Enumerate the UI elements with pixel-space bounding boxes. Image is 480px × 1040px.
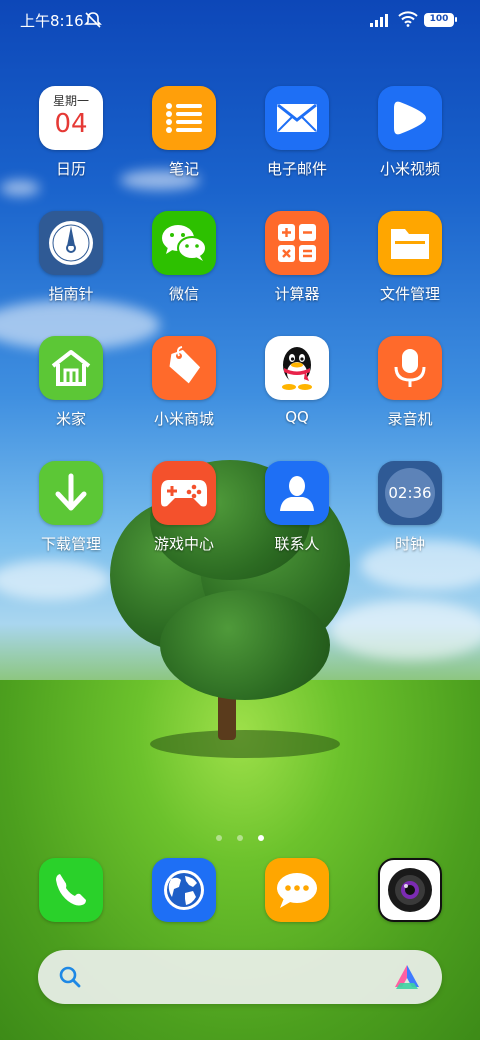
video-play-icon	[378, 86, 442, 150]
page-dot[interactable]	[237, 835, 243, 841]
home-icon	[39, 336, 103, 400]
app-qq[interactable]: QQ	[247, 336, 347, 426]
app-label: QQ	[285, 408, 309, 426]
app-calendar[interactable]: 星期一 04 日历	[21, 86, 121, 179]
dock-browser[interactable]	[134, 858, 234, 922]
battery-icon: 100	[424, 13, 457, 27]
app-mi-home[interactable]: 米家	[21, 336, 121, 429]
calendar-icon: 星期一 04	[39, 86, 103, 150]
app-game-center[interactable]: 游戏中心	[134, 461, 234, 554]
camera-icon	[378, 858, 442, 922]
dock-messages[interactable]	[247, 858, 347, 922]
gamepad-icon	[152, 461, 216, 525]
app-download-manager[interactable]: 下载管理	[21, 461, 121, 554]
folder-icon	[378, 211, 442, 275]
app-file-manager[interactable]: 文件管理	[360, 211, 460, 304]
search-icon[interactable]	[58, 965, 82, 989]
qq-penguin-icon	[265, 336, 329, 400]
app-label: 文件管理	[379, 285, 440, 303]
app-mi-video[interactable]: 小米视频	[360, 86, 460, 179]
app-compass[interactable]: 指南针	[21, 211, 121, 304]
microphone-icon	[378, 336, 442, 400]
message-icon	[265, 858, 329, 922]
app-label: 录音机	[387, 410, 433, 428]
wechat-icon	[152, 211, 216, 275]
dock-camera[interactable]	[360, 858, 460, 922]
status-bar: 上午8:16 100	[0, 0, 480, 40]
compass-icon	[39, 211, 103, 275]
clock-time: 02:36	[388, 484, 432, 502]
phone-icon	[39, 858, 103, 922]
app-label: 电子邮件	[266, 160, 327, 178]
app-label: 微信	[168, 285, 199, 303]
app-email[interactable]: 电子邮件	[247, 86, 347, 179]
page-dot[interactable]	[215, 835, 222, 841]
calendar-weekday: 星期一	[52, 94, 89, 108]
app-contacts[interactable]: 联系人	[247, 461, 347, 554]
app-label: 笔记	[168, 160, 199, 178]
app-label: 游戏中心	[153, 535, 214, 553]
person-icon	[265, 461, 329, 525]
search-bar[interactable]	[38, 950, 442, 1004]
app-label: 时钟	[394, 535, 425, 553]
dock-phone[interactable]	[21, 858, 121, 922]
app-calculator[interactable]: 计算器	[247, 211, 347, 304]
app-mi-store[interactable]: 小米商城	[134, 336, 234, 429]
calculator-icon	[265, 211, 329, 275]
wifi-icon	[398, 11, 418, 27]
app-notes[interactable]: 笔记	[134, 86, 234, 179]
download-arrow-icon	[39, 461, 103, 525]
price-tag-icon	[152, 336, 216, 400]
app-label: 计算器	[274, 285, 320, 303]
app-label: 小米商城	[153, 410, 214, 428]
app-label: 下载管理	[40, 535, 101, 553]
app-label: 联系人	[274, 535, 320, 553]
app-label: 指南针	[48, 285, 94, 303]
mail-icon	[265, 86, 329, 150]
calendar-day: 04	[54, 109, 88, 139]
ai-assistant-icon[interactable]	[392, 962, 422, 992]
app-label: 日历	[55, 160, 86, 178]
clock-icon: 02:36	[378, 461, 442, 525]
app-wechat[interactable]: 微信	[134, 211, 234, 304]
app-label: 米家	[55, 410, 86, 428]
page-dot-active[interactable]	[258, 835, 265, 841]
notes-icon	[152, 86, 216, 150]
page-indicator[interactable]	[0, 826, 480, 845]
app-recorder[interactable]: 录音机	[360, 336, 460, 429]
signal-icon	[370, 14, 388, 27]
status-time: 上午8:16	[20, 12, 84, 30]
app-label: 小米视频	[379, 160, 440, 178]
app-clock[interactable]: 02:36 时钟	[360, 461, 460, 554]
globe-icon	[152, 858, 216, 922]
mute-notification-icon	[84, 12, 102, 28]
